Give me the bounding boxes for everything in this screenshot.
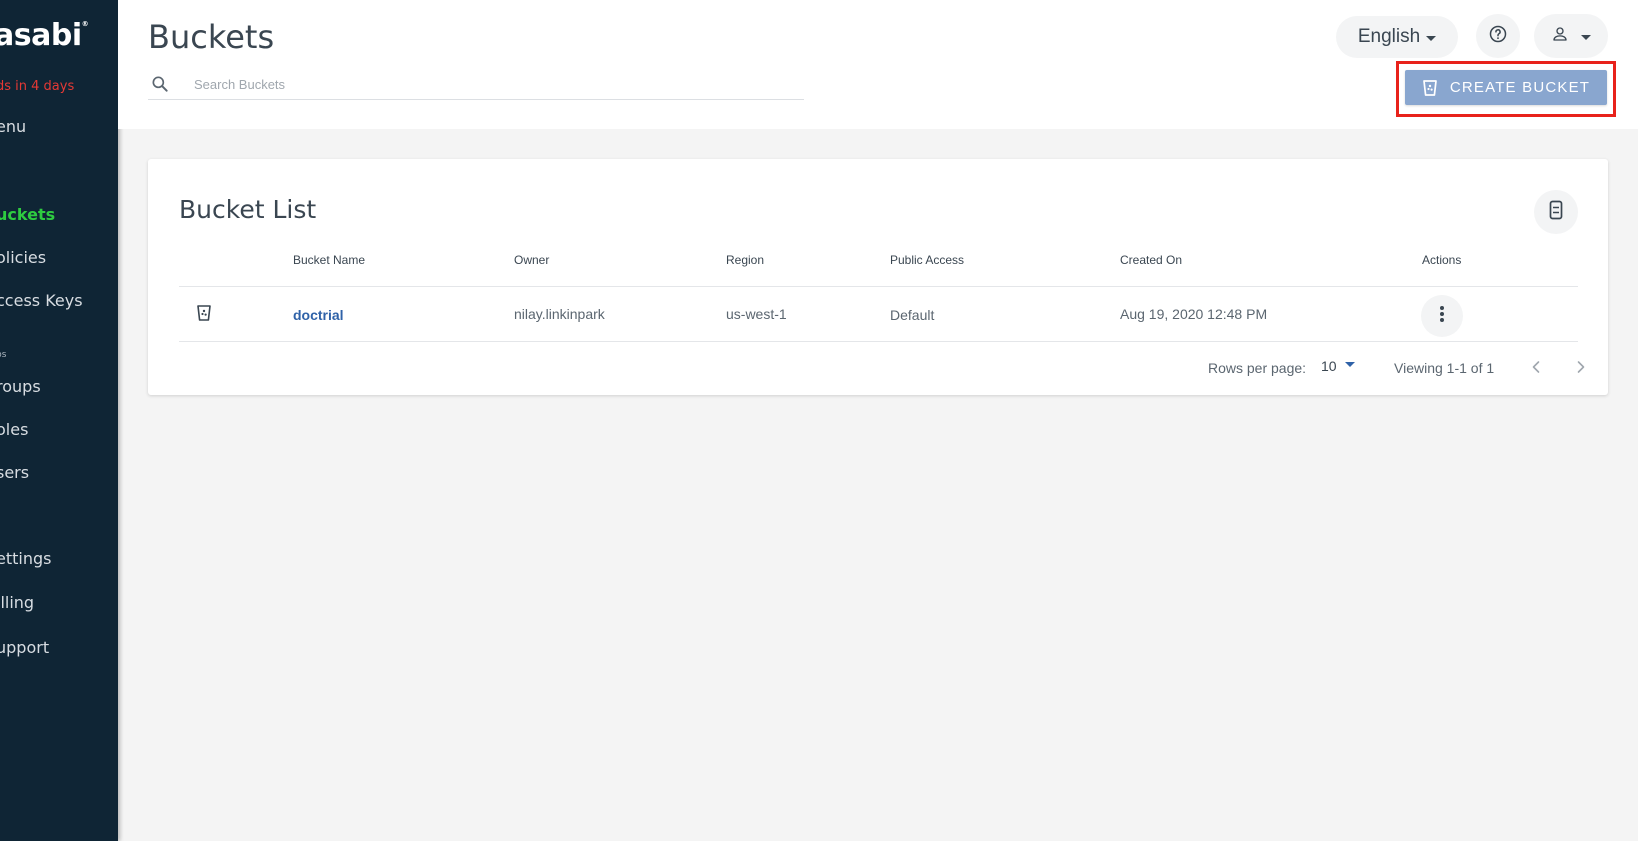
help-button[interactable] [1476,14,1520,58]
column-header-public-access[interactable]: Public Access [890,253,964,267]
next-page-button[interactable] [1572,358,1590,376]
bucket-icon [1422,79,1437,96]
menu-label: enu [0,117,27,136]
prev-page-button[interactable] [1527,358,1545,376]
sidebar-item-billing[interactable]: illing [0,593,34,612]
card-title: Bucket List [179,195,317,224]
sidebar-item-settings[interactable]: ettings [0,549,51,568]
caret-down-icon [1581,34,1591,40]
trademark-mark: ® [81,20,89,28]
column-header-region[interactable]: Region [726,253,764,267]
sidebar-item-policies[interactable]: olicies [0,248,46,267]
page-header: Buckets English CREATE BUCKET [118,0,1638,129]
logo-text: asabi [0,18,82,53]
column-header-bucket-name[interactable]: Bucket Name [293,253,365,267]
pagination-info: Viewing 1-1 of 1 [1394,360,1495,376]
bucket-created-on: Aug 19, 2020 12:48 PM [1120,306,1268,322]
search-icon [150,74,170,94]
chevron-left-icon [1532,361,1540,373]
wasabi-logo[interactable]: asabi® [0,18,89,53]
create-bucket-label: CREATE BUCKET [1449,79,1591,96]
caret-down-icon [1426,35,1437,41]
rows-per-page-value: 10 [1321,358,1337,374]
bucket-owner: nilay.linkinpark [514,306,605,322]
column-header-actions: Actions [1422,253,1462,267]
column-header-owner[interactable]: Owner [514,253,549,267]
help-icon [1488,24,1508,49]
bucket-list-card: Bucket List Bucket Name Owner Region Pub… [148,159,1608,395]
chevron-right-icon [1577,361,1585,373]
bucket-icon [196,304,212,327]
language-label: English [1357,26,1421,47]
bucket-public-access: Default [890,307,935,323]
create-bucket-button[interactable]: CREATE BUCKET [1405,70,1607,105]
sidebar: asabi® ds in 4 days enu uckets olicies c… [0,0,118,841]
language-selector[interactable]: English [1336,16,1458,58]
sidebar-item-support[interactable]: upport [0,638,49,657]
search-bar [148,70,804,100]
row-divider [179,341,1578,342]
more-vertical-icon [1439,305,1445,328]
sidebar-item-groups[interactable]: roups [0,377,41,396]
caret-down-icon [1344,361,1355,367]
bucket-region: us-west-1 [726,306,787,322]
sidebar-item-buckets[interactable]: uckets [0,205,55,224]
sidebar-item-roles[interactable]: oles [0,420,28,439]
column-header-created-on[interactable]: Created On [1120,253,1182,267]
search-input[interactable] [194,72,794,96]
page-title: Buckets [148,18,275,56]
user-icon [1551,25,1569,48]
rows-per-page-label: Rows per page: [1208,360,1307,376]
sidebar-section-groups: ps [0,350,7,360]
trial-notice: ds in 4 days [0,79,75,94]
bucket-name-link[interactable]: doctrial [293,307,344,323]
columns-button[interactable] [1534,190,1578,234]
columns-icon [1549,200,1563,225]
row-actions-button[interactable] [1421,295,1463,337]
header-divider [179,286,1578,287]
sidebar-item-users[interactable]: sers [0,463,29,482]
user-menu-button[interactable] [1534,14,1608,58]
sidebar-item-access-keys[interactable]: ccess Keys [0,291,83,310]
rows-per-page-select[interactable]: 10 [1321,358,1355,374]
